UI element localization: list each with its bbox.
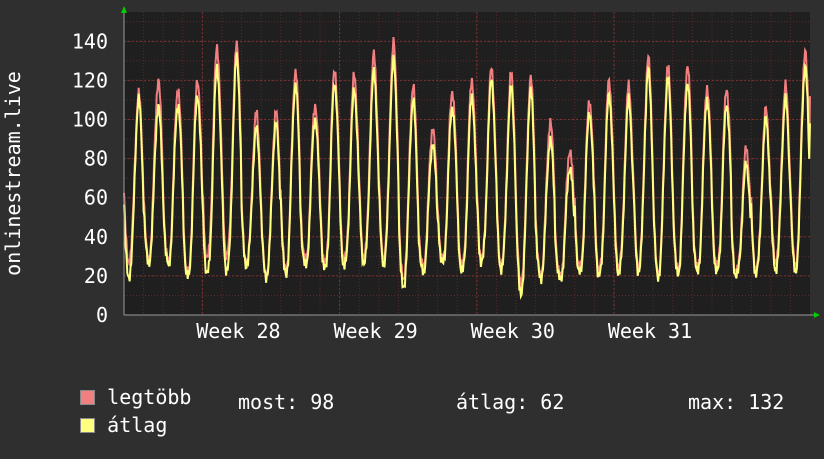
legend-label-avg: átlag xyxy=(107,413,168,437)
y-tick-label: 60 xyxy=(84,186,108,210)
x-tick-label: Week 31 xyxy=(608,319,692,343)
legend-swatch-avg xyxy=(80,418,96,433)
y-tick-label: 120 xyxy=(72,68,108,92)
y-tick-label: 40 xyxy=(84,225,108,249)
y-tick-label: 140 xyxy=(72,29,108,53)
y-tick-label: 100 xyxy=(72,108,108,132)
y-tick-label: 80 xyxy=(84,147,108,171)
stat-maximum: max: 132 xyxy=(688,390,785,414)
x-tick-label: Week 28 xyxy=(196,319,280,343)
y-tick-label: 20 xyxy=(84,264,108,288)
stat-average: átlag: 62 xyxy=(456,390,565,414)
y-axis-label: onlinestream.live xyxy=(1,71,25,276)
y-tick-label: 0 xyxy=(96,303,108,327)
legend-item-avg: átlag xyxy=(32,392,167,458)
chart-figure: 0 20 40 60 80 100 120 140 Week 28 Week 29 Week 30… xyxy=(0,0,824,436)
y-tick-labels: 0 20 40 60 80 100 120 140 xyxy=(72,29,108,327)
x-tick-label: Week 30 xyxy=(471,319,555,343)
y-axis-arrow-icon xyxy=(121,6,127,13)
stat-current: most: 98 xyxy=(238,390,335,414)
x-tick-label: Week 29 xyxy=(333,319,417,343)
x-axis-arrow-icon xyxy=(814,312,820,318)
x-tick-labels: Week 28 Week 29 Week 30 Week 31 xyxy=(196,319,692,343)
